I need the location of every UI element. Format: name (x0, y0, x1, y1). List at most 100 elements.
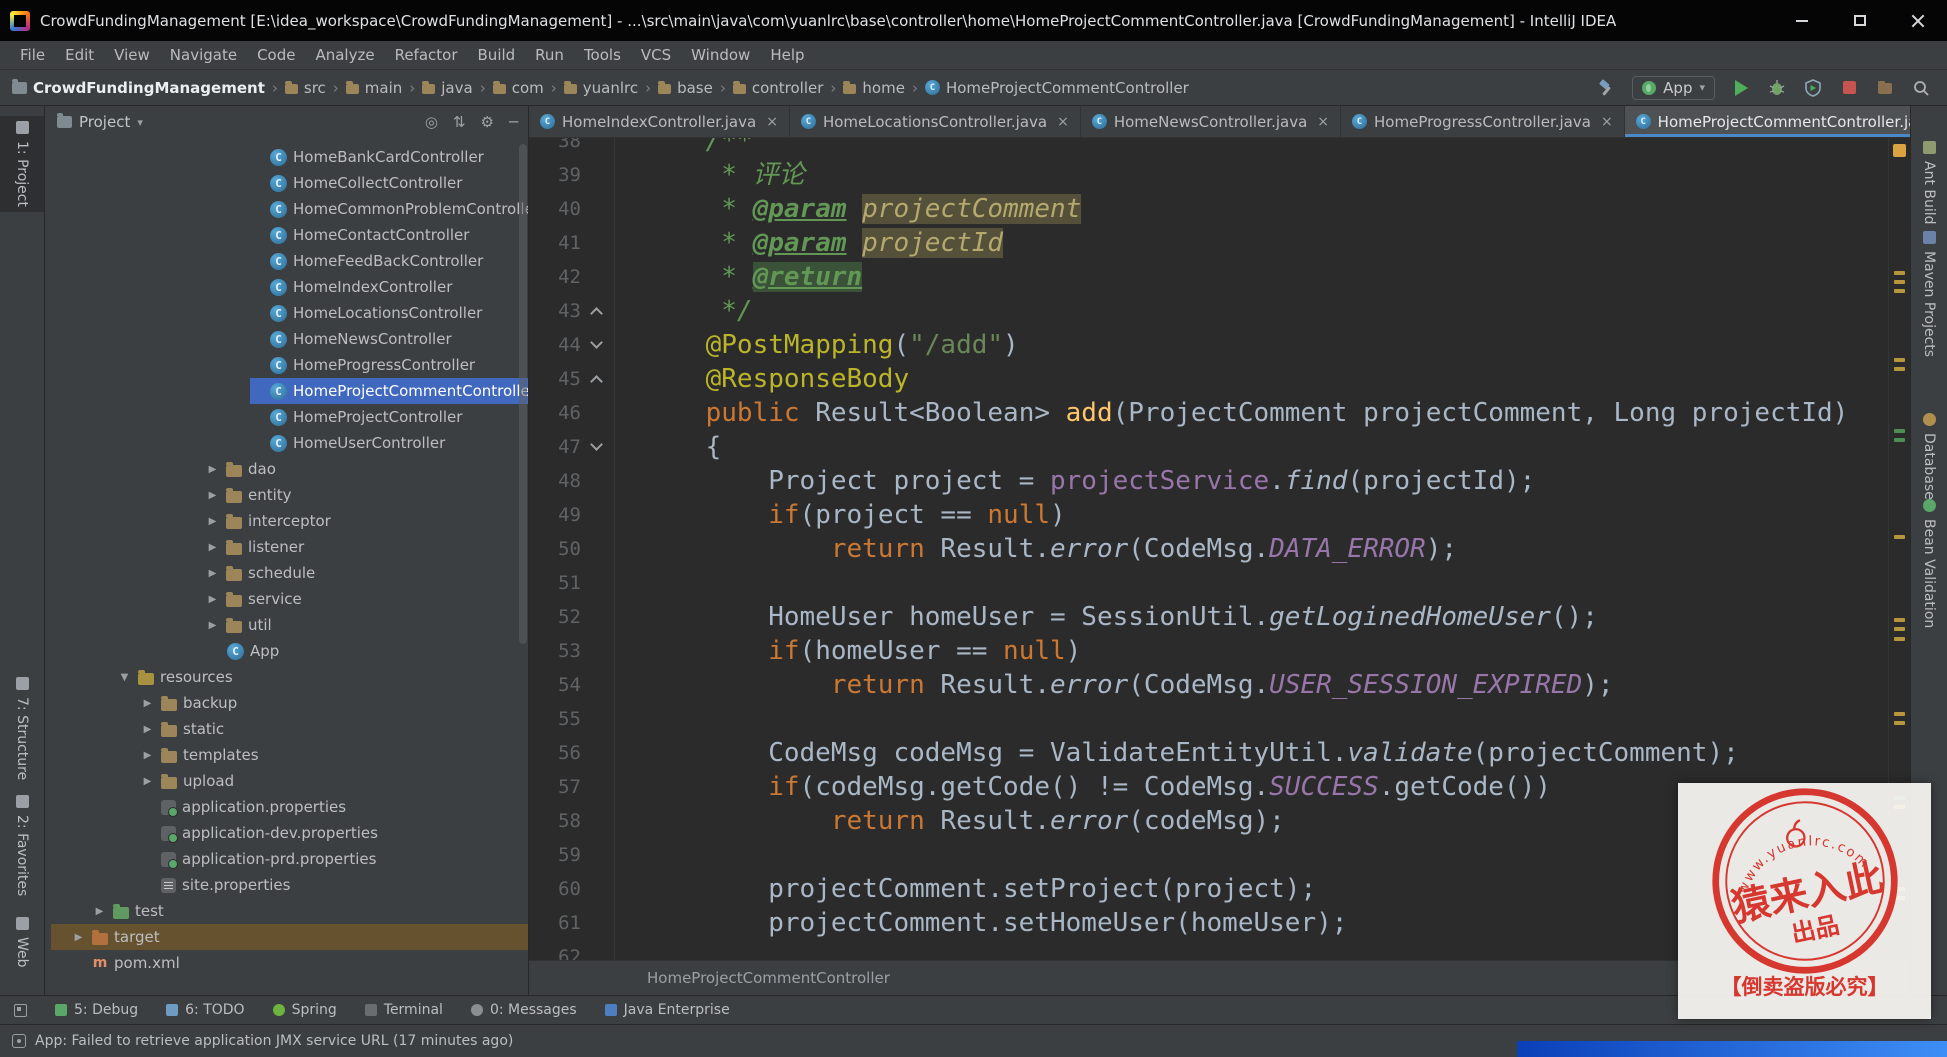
tab-close-icon[interactable]: × (1601, 114, 1613, 130)
tree-item-homeprojectcommentcontroller[interactable]: C HomeProjectCommentController (45, 378, 528, 404)
tree-expand-icon[interactable]: ▶ (71, 932, 86, 943)
menu-help[interactable]: Help (760, 41, 814, 69)
run-configuration-selector[interactable]: App ▾ (1632, 75, 1715, 100)
tree-item-homeindexcontroller[interactable]: C HomeIndexController (45, 274, 528, 300)
toolwindow-button-terminal[interactable]: Terminal (364, 1002, 443, 1018)
tree-expand-icon[interactable]: ▶ (205, 490, 220, 501)
tree-item-interceptor[interactable]: ▶ interceptor (45, 508, 528, 534)
event-log-icon[interactable] (12, 1034, 26, 1048)
tree-item-application-dev-properties[interactable]: application-dev.properties (45, 820, 528, 846)
tree-item-util[interactable]: ▶ util (45, 612, 528, 638)
editor-tab-homenewscontroller-java[interactable]: C HomeNewsController.java × (1081, 106, 1342, 137)
tree-item-service[interactable]: ▶ service (45, 586, 528, 612)
tab-close-icon[interactable]: × (766, 114, 778, 130)
project-scrollbar[interactable] (519, 144, 527, 644)
tree-item-entity[interactable]: ▶ entity (45, 482, 528, 508)
minimize-button[interactable] (1773, 0, 1831, 41)
menu-tools[interactable]: Tools (574, 41, 631, 69)
tree-item-templates[interactable]: ▶ templates (45, 742, 528, 768)
code-line[interactable]: 48 Project project = projectService.find… (529, 464, 1888, 498)
gutter-fold[interactable] (581, 294, 615, 328)
editor-tab-homeprojectcommentcontroller-java[interactable]: CHomeProjectCommentController.java× (1624, 106, 1910, 137)
tree-item-dao[interactable]: ▶ dao (45, 456, 528, 482)
menu-window[interactable]: Window (681, 41, 760, 69)
tree-item-homelocationscontroller[interactable]: C HomeLocationsController (45, 300, 528, 326)
debug-button[interactable] (1767, 78, 1787, 98)
code-line[interactable]: 56 CodeMsg codeMsg = ValidateEntityUtil.… (529, 736, 1888, 770)
search-everywhere-button[interactable] (1911, 78, 1931, 98)
breadcrumb-item-main[interactable]: main (345, 79, 402, 97)
tree-collapse-icon[interactable]: ▼ (117, 672, 132, 683)
tree-item-homebankcardcontroller[interactable]: C HomeBankCardController (45, 144, 528, 170)
tree-expand-icon[interactable]: ▶ (205, 620, 220, 631)
stripe-mark[interactable] (1894, 712, 1905, 716)
code-line[interactable]: 51 (529, 566, 1888, 600)
stripe-mark[interactable] (1894, 271, 1905, 275)
tree-item-target[interactable]: ▶ target (45, 924, 528, 950)
project-panel-title[interactable]: Project (79, 113, 130, 131)
tree-item-homeusercontroller[interactable]: C HomeUserController (45, 430, 528, 456)
tree-item-homeprogresscontroller[interactable]: C HomeProgressController (45, 352, 528, 378)
stripe-mark[interactable] (1894, 289, 1905, 293)
menu-analyze[interactable]: Analyze (305, 41, 384, 69)
breadcrumb-item-yuanlrc[interactable]: yuanlrc (563, 79, 638, 97)
breadcrumb-item-controller[interactable]: controller (732, 79, 823, 97)
gutter-fold[interactable] (581, 362, 615, 396)
toolwindow-button-spring[interactable]: Spring (272, 1002, 337, 1018)
breadcrumb-item-home[interactable]: home (843, 79, 905, 97)
tool-button-ant-build[interactable]: Ant Build (1911, 136, 1947, 230)
breadcrumb-item-com[interactable]: com (492, 79, 544, 97)
menu-refactor[interactable]: Refactor (385, 41, 468, 69)
tree-item-homecontactcontroller[interactable]: C HomeContactController (45, 222, 528, 248)
chevron-down-icon[interactable]: ▾ (137, 116, 143, 129)
code-line[interactable]: 45 @ResponseBody (529, 362, 1888, 396)
tree-item-schedule[interactable]: ▶ schedule (45, 560, 528, 586)
tree-item-listener[interactable]: ▶ listener (45, 534, 528, 560)
code-line[interactable]: 50 return Result.error(CodeMsg.DATA_ERRO… (529, 532, 1888, 566)
toolwindow-button-5-debug[interactable]: 5: Debug (55, 1002, 138, 1018)
menu-navigate[interactable]: Navigate (160, 41, 247, 69)
run-button[interactable] (1731, 78, 1751, 98)
tree-item-pom-xml[interactable]: m pom.xml (45, 950, 528, 976)
inspections-indicator[interactable] (1893, 144, 1906, 157)
breadcrumb-class-name[interactable]: HomeProjectCommentController (647, 969, 890, 987)
tree-expand-icon[interactable]: ▶ (205, 594, 220, 605)
tree-expand-icon[interactable]: ▶ (140, 750, 155, 761)
code-line[interactable]: 42 * @return (529, 260, 1888, 294)
tool-button-bean-validation[interactable]: Bean Validation (1911, 494, 1947, 633)
tree-expand-icon[interactable]: ▶ (205, 464, 220, 475)
stripe-mark[interactable] (1894, 367, 1905, 371)
stripe-mark[interactable] (1894, 535, 1905, 539)
code-line[interactable]: 55 (529, 702, 1888, 736)
menu-view[interactable]: View (104, 41, 160, 69)
stripe-mark[interactable] (1894, 627, 1905, 631)
settings-gear-icon[interactable]: ⚙ (481, 113, 494, 131)
stripe-mark[interactable] (1894, 358, 1905, 362)
stop-button[interactable] (1839, 78, 1859, 98)
tool-button-database[interactable]: Database (1911, 408, 1947, 505)
breadcrumb-item-java[interactable]: java (422, 79, 473, 97)
tree-expand-icon[interactable]: ▶ (140, 776, 155, 787)
menu-file[interactable]: File (10, 41, 55, 69)
tree-item-static[interactable]: ▶ static (45, 716, 528, 742)
maximize-button[interactable] (1831, 0, 1889, 41)
build-hammer-icon[interactable] (1596, 78, 1616, 98)
editor-tab-homeprogresscontroller-java[interactable]: C HomeProgressController.java × (1341, 106, 1625, 137)
code-line[interactable]: 39 * 评论 (529, 158, 1888, 192)
code-line[interactable]: 54 return Result.error(CodeMsg.USER_SESS… (529, 668, 1888, 702)
code-line[interactable]: 53 if(homeUser == null) (529, 634, 1888, 668)
tree-item-site-properties[interactable]: site.properties (45, 872, 528, 898)
tree-item-upload[interactable]: ▶ upload (45, 768, 528, 794)
code-line[interactable]: 46 public Result<Boolean> add(ProjectCom… (529, 396, 1888, 430)
tree-item-application-properties[interactable]: application.properties (45, 794, 528, 820)
code-line[interactable]: 49 if(project == null) (529, 498, 1888, 532)
close-button[interactable] (1889, 0, 1947, 41)
collapse-all-button[interactable]: ⇅ (453, 113, 466, 131)
tree-item-homecollectcontroller[interactable]: C HomeCollectController (45, 170, 528, 196)
project-structure-button[interactable] (1875, 78, 1895, 98)
tree-expand-icon[interactable]: ▶ (205, 542, 220, 553)
toolwindow-switcher-icon[interactable] (14, 1003, 27, 1017)
tree-item-backup[interactable]: ▶ backup (45, 690, 528, 716)
menu-code[interactable]: Code (247, 41, 305, 69)
tree-item-app[interactable]: C App (45, 638, 528, 664)
